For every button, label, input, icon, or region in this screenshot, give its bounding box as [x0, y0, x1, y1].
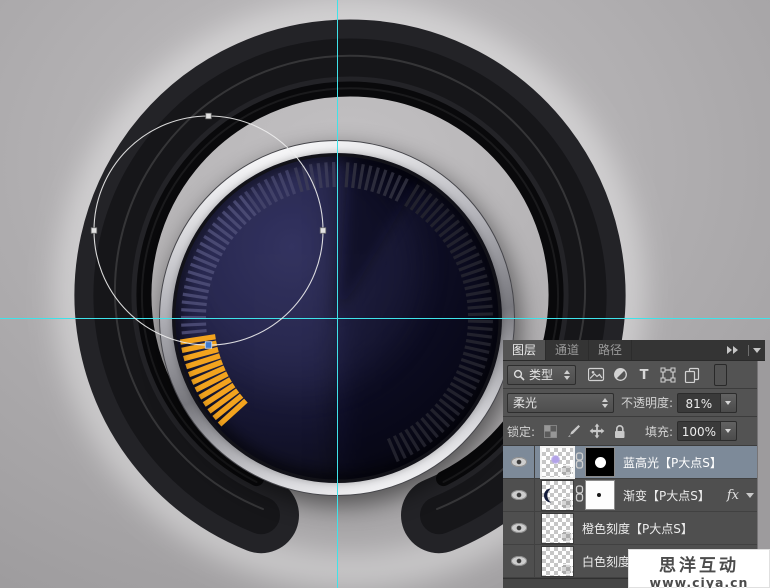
tab-channels[interactable]: 通道	[546, 340, 590, 360]
blend-mode-value: 柔光	[513, 396, 538, 410]
pixel-layer-filter-icon[interactable]	[584, 364, 608, 386]
panel-tab-bar: 图层 通道 路径	[503, 340, 765, 361]
blend-options-row: 柔光 不透明度: 81%	[503, 389, 757, 417]
filter-kind-dropdown[interactable]: 类型	[507, 364, 576, 385]
lock-transparency-icon[interactable]	[539, 420, 562, 442]
link-mask-icon[interactable]	[575, 452, 584, 472]
vector-mask-badge-icon	[560, 496, 572, 509]
layer-thumbnail[interactable]	[542, 546, 573, 576]
layer-visibility-eye-icon[interactable]	[510, 490, 527, 500]
dropdown-spinner-icon	[602, 397, 608, 408]
lock-move-icon[interactable]	[585, 420, 608, 442]
panel-menu-icon[interactable]	[753, 347, 761, 353]
watermark-title: 思洋互动	[659, 556, 739, 576]
crescent-shape	[544, 488, 551, 502]
watermark: 思洋互动 www.ciya.cn	[628, 549, 770, 588]
lock-paint-icon[interactable]	[562, 420, 585, 442]
layer-visibility-eye-icon[interactable]	[510, 523, 527, 533]
fill-dropdown-arrow[interactable]	[720, 421, 737, 441]
collapse-panel-icon[interactable]	[726, 346, 738, 354]
layer-name[interactable]: 渐变【P大点S】	[623, 487, 710, 504]
layer-visibility-eye-icon[interactable]	[510, 556, 527, 566]
path-anchor-selected[interactable]	[204, 341, 213, 349]
opacity-value[interactable]: 81%	[676, 392, 721, 413]
vector-mask-badge-icon	[560, 562, 572, 575]
layer-visibility-eye-icon[interactable]	[510, 457, 527, 467]
dropdown-spinner-icon	[564, 369, 570, 380]
tab-layers[interactable]: 图层	[503, 340, 547, 360]
layer-thumbnail[interactable]	[542, 480, 573, 510]
layer-row[interactable]: 橙色刻度【P大点S】	[503, 512, 757, 545]
layer-fx-badge[interactable]: fx	[727, 488, 739, 503]
fill-label: 填充:	[645, 424, 674, 439]
fill-value[interactable]: 100%	[676, 421, 721, 441]
layer-row[interactable]: 渐变【P大点S】 fx	[503, 479, 757, 512]
layer-mask-thumbnail[interactable]	[586, 448, 614, 476]
tab-paths[interactable]: 路径	[589, 340, 633, 360]
opacity-label: 不透明度:	[621, 396, 674, 410]
path-anchor[interactable]	[319, 227, 327, 234]
blend-mode-dropdown[interactable]: 柔光	[507, 392, 614, 413]
watermark-url: www.ciya.cn	[649, 575, 749, 588]
vector-mask-badge-icon	[560, 463, 572, 476]
layer-filter-row: 类型 T	[503, 361, 757, 389]
opacity-dropdown-arrow[interactable]	[720, 392, 737, 413]
vector-mask-badge-icon	[560, 529, 572, 542]
photoshop-workspace: 图层 通道 路径 类型 T 柔光 不透明度: 81% 锁定: 填充: 100% …	[0, 0, 770, 588]
svg-text:T: T	[640, 368, 649, 382]
path-anchor[interactable]	[205, 112, 212, 120]
shape-layer-filter-icon[interactable]	[656, 364, 680, 386]
layer-mask-thumbnail[interactable]	[586, 481, 614, 509]
adjustment-layer-filter-icon[interactable]	[608, 364, 632, 386]
layer-name[interactable]: 橙色刻度【P大点S】	[582, 520, 693, 537]
lock-options-row: 锁定: 填充: 100%	[503, 417, 757, 446]
link-mask-icon[interactable]	[575, 485, 584, 505]
fx-collapse-arrow-icon[interactable]	[746, 493, 754, 498]
layer-thumbnail[interactable]	[542, 513, 573, 543]
layer-thumbnail[interactable]	[542, 447, 573, 477]
layer-name[interactable]: 蓝高光【P大点S】	[623, 454, 722, 471]
layer-row[interactable]: 蓝高光【P大点S】	[503, 446, 757, 479]
panel-divider	[748, 344, 749, 356]
type-layer-filter-icon[interactable]: T	[632, 364, 656, 386]
filter-toggle-switch[interactable]	[714, 363, 727, 386]
search-icon	[513, 369, 525, 381]
smart-object-filter-icon[interactable]	[680, 364, 704, 386]
path-anchor[interactable]	[90, 227, 98, 234]
filter-kind-label: 类型	[529, 368, 554, 382]
lock-label: 锁定:	[507, 424, 536, 439]
lock-all-icon[interactable]	[608, 420, 631, 442]
